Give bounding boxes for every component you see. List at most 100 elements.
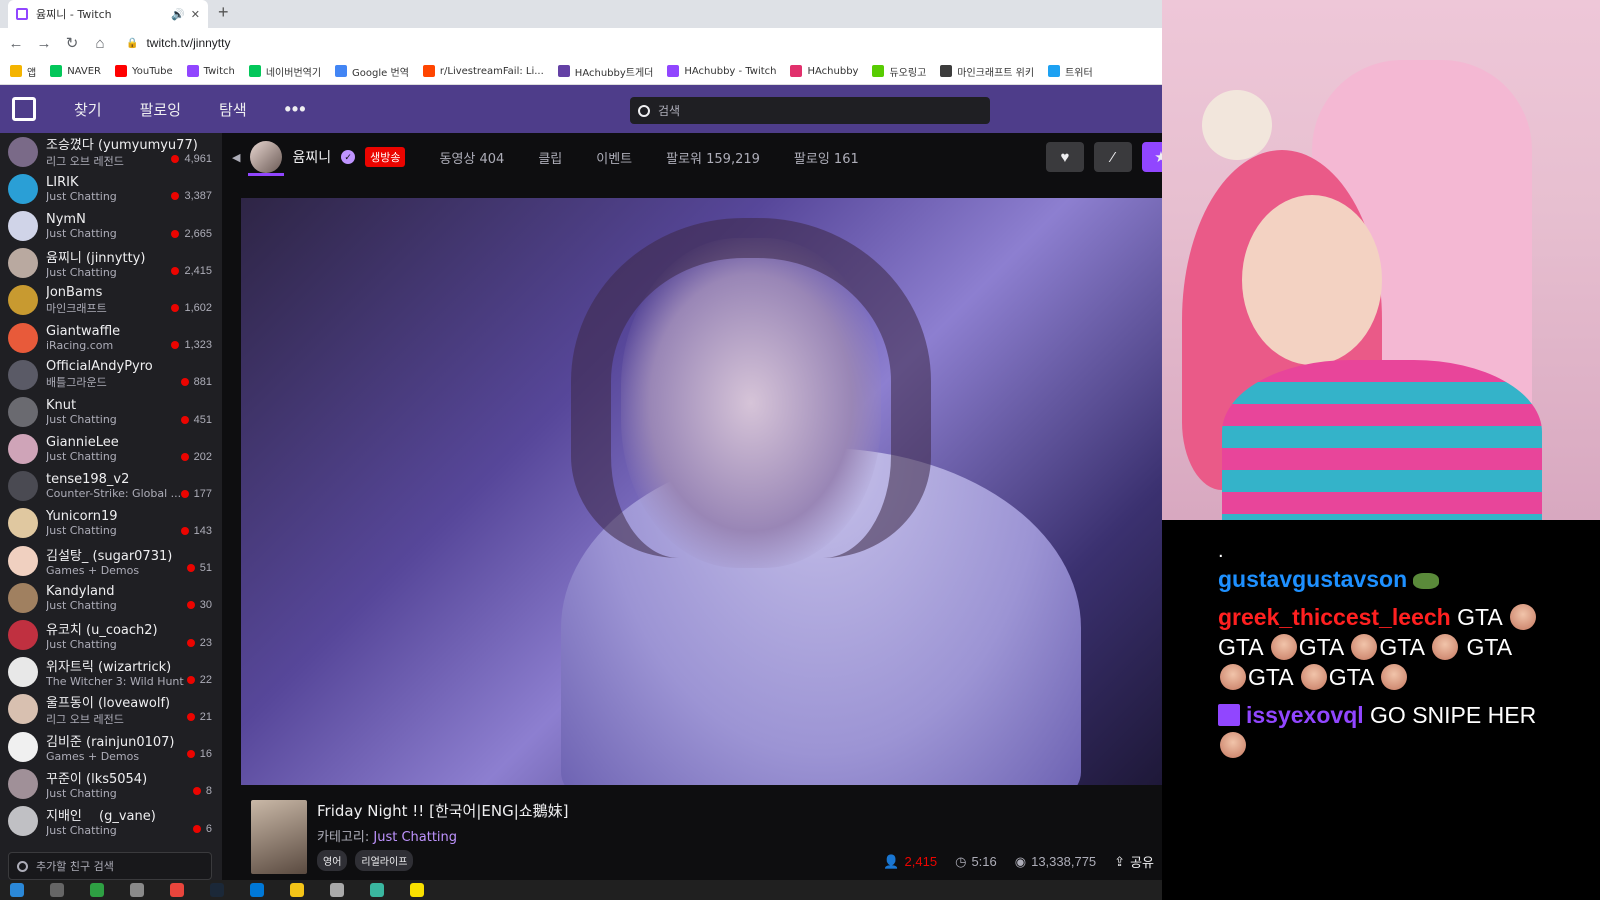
live-dot-icon (171, 341, 180, 350)
bookmark-item[interactable]: 마인크래프트 위키 (940, 64, 1034, 79)
share-icon: ⇪ (1114, 853, 1126, 869)
twitch-favicon-icon (16, 8, 28, 20)
app-icon[interactable] (130, 883, 144, 897)
edge-icon[interactable] (250, 883, 264, 897)
subscribe-button[interactable]: ★ (1142, 142, 1162, 172)
tag-english[interactable]: 영어 (317, 850, 348, 871)
app-icon[interactable] (330, 883, 344, 897)
more-menu-icon[interactable]: ••• (285, 99, 307, 120)
sidebar-channel-item[interactable]: Knut Just Chatting 451 (0, 393, 222, 430)
bookmark-item[interactable]: Google 번역 (335, 64, 409, 79)
sidebar-channel-item[interactable]: LIRIK Just Chatting 3,387 (0, 170, 222, 207)
tag-irl[interactable]: 리얼라이프 (355, 850, 414, 871)
lock-icon: 🔒 (126, 37, 139, 49)
sidebar-channel-item[interactable]: 지배인 (g_vane) Just Chatting 6 (0, 802, 222, 839)
sidebar-channel-item[interactable]: 김설탕_ (sugar0731) Games + Demos 51 (0, 542, 222, 579)
follow-heart-button[interactable]: ♥ (1046, 142, 1084, 172)
bookmark-item[interactable]: NAVER (50, 65, 101, 77)
bookmark-favicon-icon (50, 65, 63, 77)
tab-followers[interactable]: 팔로워 159,219 (666, 148, 760, 167)
steam-icon[interactable] (210, 883, 224, 897)
category-link[interactable]: Just Chatting (373, 830, 457, 845)
channel-avatar (8, 359, 38, 390)
nav-find[interactable]: 찾기 (74, 99, 102, 120)
channel-avatar (8, 173, 38, 204)
sidebar-channel-item[interactable]: JonBams 마인크래프트 1,602 (0, 282, 222, 319)
stream-category: 카테고리: Just Chatting (317, 826, 457, 845)
bookmark-item[interactable]: r/LivestreamFail: Li... (422, 65, 544, 77)
search-icon[interactable] (50, 883, 64, 897)
sidebar-channel-item[interactable]: NymN Just Chatting 2,665 (0, 207, 222, 244)
new-tab-button[interactable]: + (218, 2, 229, 23)
reload-icon[interactable]: ↻ (64, 34, 80, 52)
browser-tab[interactable]: 윰찌니 - Twitch 🔊 ✕ (8, 0, 208, 28)
nav-following[interactable]: 팔로잉 (140, 99, 181, 120)
channel-name: Giantwaffle (46, 323, 121, 339)
bookmark-item[interactable]: YouTube (115, 65, 173, 77)
bookmark-item[interactable]: 듀오링고 (872, 64, 926, 79)
bookmark-item[interactable]: 앱 (10, 64, 36, 79)
bookmark-item[interactable]: 네이버번역기 (248, 64, 321, 79)
bookmark-label: Twitch (203, 65, 235, 77)
chat-overlay: . gustavgustavson greek_thiccest_leech G… (1162, 520, 1600, 900)
sidebar-channel-item[interactable]: OfficialAndyPyro 배틀그라운드 881 (0, 356, 222, 393)
share-button[interactable]: ⇪ 공유 (1114, 852, 1154, 871)
chat-dot: . (1218, 540, 1224, 562)
sidebar-channel-item[interactable]: tense198_v2 Counter-Strike: Global ... 177 (0, 468, 222, 505)
bookmark-favicon-icon (335, 65, 348, 77)
sidebar-channel-item[interactable]: 울프동이 (loveawolf) 리그 오브 레전드 21 (0, 691, 222, 728)
stream-stats: 👤 2,415 ◷ 5:16 ◉ 13,338,775 ⇪ 공유 (883, 852, 1154, 871)
sidebar-channel-item[interactable]: Giantwaffle iRacing.com 1,323 (0, 319, 222, 356)
address-bar[interactable]: 🔒 twitch.tv/jinnytty (120, 32, 1154, 54)
sidebar-channel-item[interactable]: 유코치 (u_coach2) Just Chatting 23 (0, 616, 222, 653)
tab-videos[interactable]: 동영상 404 (439, 148, 504, 167)
viewer-count: 202 (180, 451, 212, 463)
bell-off-icon: ⁄ (1111, 148, 1115, 166)
viewer-count: 2,415 (171, 265, 212, 277)
live-dot-icon (186, 638, 195, 647)
bookmark-label: NAVER (67, 65, 101, 77)
home-icon[interactable]: ⌂ (92, 35, 108, 52)
sidebar-channel-item[interactable]: Kandyland Just Chatting 30 (0, 579, 222, 616)
sidebar-channel-item[interactable]: 조승꼈다 (yumyumyu77) 리그 오브 레전드 4,961 (0, 133, 222, 170)
app-icon[interactable] (370, 883, 384, 897)
sidebar-channel-item[interactable]: 위자트릭 (wizartrick) The Witcher 3: Wild Hun… (0, 654, 222, 691)
file-explorer-icon[interactable] (290, 883, 304, 897)
nav-explore[interactable]: 탐색 (219, 99, 247, 120)
tab-following[interactable]: 팔로잉 161 (794, 148, 859, 167)
viewer-count: 3,387 (171, 190, 212, 202)
bookmark-item[interactable]: HAchubby (790, 65, 858, 77)
tab-clips[interactable]: 클립 (538, 148, 562, 167)
bookmark-label: r/LivestreamFail: Li... (439, 65, 544, 77)
channel-name[interactable]: 윰찌니 (292, 147, 331, 167)
live-badge: 생방송 (365, 147, 406, 167)
sidebar-channel-item[interactable]: Yunicorn19 Just Chatting 143 (0, 505, 222, 542)
twitch-logo-icon[interactable] (12, 97, 36, 121)
channel-avatar (8, 768, 38, 799)
tab-events[interactable]: 이벤트 (596, 148, 632, 167)
chrome-icon[interactable] (170, 883, 184, 897)
close-tab-icon[interactable]: ✕ (191, 8, 200, 21)
kakaotalk-icon[interactable] (410, 883, 424, 897)
video-player[interactable] (241, 198, 1162, 785)
sidebar-channel-item[interactable]: 김비준 (rainjun0107) Games + Demos 16 (0, 728, 222, 765)
sidebar-channel-item[interactable]: 꾸준이 (lks5054) Just Chatting 8 (0, 765, 222, 802)
category-boxart[interactable] (251, 800, 307, 874)
channel-name: GiannieLee (46, 435, 119, 451)
bookmark-item[interactable]: 트위터 (1048, 64, 1093, 79)
sidebar-channel-item[interactable]: GiannieLee Just Chatting 202 (0, 431, 222, 468)
bookmark-item[interactable]: HAchubby - Twitch (667, 65, 776, 77)
collapse-arrow-icon[interactable]: ◀ (232, 151, 240, 164)
search-input[interactable]: 검색 (630, 97, 990, 124)
speaker-icon[interactable]: 🔊 (171, 8, 185, 21)
notifications-button[interactable]: ⁄ (1094, 142, 1132, 172)
sidebar-channel-item[interactable]: 윰찌니 (jinnytty) Just Chatting 2,415 (0, 245, 222, 282)
app-icon[interactable] (90, 883, 104, 897)
bookmark-item[interactable]: HAchubby트게더 (557, 64, 653, 79)
windows-start-icon[interactable] (10, 883, 24, 897)
bookmark-item[interactable]: Twitch (186, 65, 235, 77)
back-icon[interactable]: ← (8, 35, 24, 52)
forward-icon[interactable]: → (36, 35, 52, 52)
channel-avatar[interactable] (250, 141, 283, 173)
friend-search-input[interactable]: 추가할 친구 검색 (8, 852, 212, 880)
